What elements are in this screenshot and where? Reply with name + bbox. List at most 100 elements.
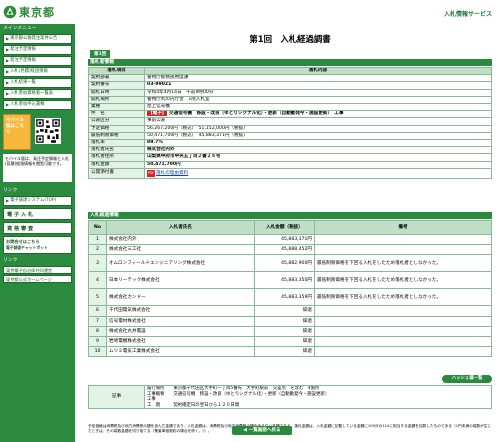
bid-name: 岩崎電機株式会社 xyxy=(106,335,255,348)
bid-note xyxy=(314,315,492,327)
sidebar-item-label: 入札結果一覧 xyxy=(10,80,36,85)
row-label: 契約部署 xyxy=(88,74,145,83)
sidebar-links-heading: リンク xyxy=(0,256,75,265)
table-row: 6 千代田電気株式会社 辞退 xyxy=(88,305,492,317)
remark-line: 工 期 契約確定日の翌日から１２０日間 xyxy=(147,402,240,408)
bid-name: 株式会社丸井電設 xyxy=(106,325,255,337)
sidebar-link-label: 電子調達システム(TOP) xyxy=(10,198,57,203)
main-content: 第1回 入札経過調書 第1回 落札者情報 落札項目 落札内容 契約部署 警視庁総務… xyxy=(84,24,496,433)
sidebar-item-koho[interactable]: ▶ 東京都公報発注案件公告 xyxy=(3,34,72,44)
bid-no: 9 xyxy=(88,335,107,348)
mobile-promo[interactable]: モバイル版はこちら xyxy=(3,114,72,152)
sidebar-item-yotei-2[interactable]: ▶ 発注予定情報 xyxy=(3,56,72,66)
row-label: 業種 xyxy=(88,103,145,112)
winner-section-heading: 落札者情報 xyxy=(88,59,492,66)
sidebar-link-cho[interactable]: ▶ 電子調達システム(TOP) xyxy=(3,196,72,206)
sidebar-item-yotei[interactable]: ▶ 発注予定情報 xyxy=(3,45,72,55)
arrow-icon: ▶ xyxy=(6,36,10,41)
bid-name: 日本リーテック株式会社 xyxy=(106,271,255,290)
row-value: 事前公表 xyxy=(144,117,492,126)
sidebar-link-shikaku-shinsa[interactable]: 資 格 審 査 xyxy=(3,222,72,234)
table-row: 契約部署 警視庁総務部用度課 xyxy=(88,74,492,83)
bid-name: 信号電材株式会社 xyxy=(106,315,255,327)
back-label: 一覧画面へ戻る xyxy=(248,428,281,433)
row-label: 契約番号 xyxy=(88,81,145,90)
row-value: 株式会社内外 xyxy=(144,146,492,155)
remark-label: 記事 xyxy=(88,385,145,409)
bid-name: 株式会社三工社 xyxy=(106,244,255,256)
sidebar-item-label: 入札参加資格者一覧表 xyxy=(10,91,54,96)
sidebar-link-kyodo[interactable]: 東京電子自治体共同運営 xyxy=(3,266,72,274)
bid-amount: 45,882,900円 xyxy=(254,254,315,273)
bid-amount: 辞退 xyxy=(254,335,315,348)
row-value-subject: 【電子】 交通信号機 移設・改良（ゆとりシグナル化）・更新（自動動発今・施設更新… xyxy=(144,110,492,119)
arrow-icon: ▶ xyxy=(6,91,10,96)
sidebar-item-shikaku[interactable]: ▶ 入札参加資格者一覧表 xyxy=(3,89,72,99)
sidebar-item-label: 発注予定情報 xyxy=(10,47,36,52)
bid-section-heading: 入札経過情報 xyxy=(88,212,492,219)
sidebar-item-moshikomi[interactable]: ▶ 入札参加申込書類 xyxy=(3,100,72,110)
bid-note xyxy=(314,325,492,337)
table-row: 3 オムロンフィールドエンジニアリング株式会社 45,882,900円 最低制限価格を… xyxy=(88,254,492,273)
row-value: 警視庁丸の内庁舎 1階入札室 xyxy=(144,95,492,105)
winner-table: 落札項目 落札内容 契約部署 警視庁総務部用度課 契約番号 03-99021 開札日… xyxy=(88,66,492,179)
table-row: 10 ムツミ電気工業株式会社 辞退 xyxy=(88,346,492,358)
arrow-icon: ▶ xyxy=(6,69,10,74)
mobile-note: モバイル版は、発注予定情報と入札(見積)経過情報を閲覧可能です。 xyxy=(3,154,72,182)
logo-text: 東京都 xyxy=(19,6,55,19)
bid-note xyxy=(314,346,492,358)
bid-note xyxy=(314,335,492,348)
arrow-icon: ▶ xyxy=(6,58,10,63)
attachment-link[interactable]: PDF 落札の理由資料 xyxy=(144,167,492,179)
sidebar-item-label: 発注予定情報 xyxy=(10,58,36,63)
row-value: 警視庁総務部用度課 xyxy=(144,74,492,83)
bid-amount: 45,883,371円 xyxy=(254,233,315,246)
service-name: 入札情報サービス xyxy=(443,11,492,18)
sidebar-item-label: 東京都公報発注案件公告 xyxy=(10,36,58,41)
sidebar-item-kekka[interactable]: ▶ 入札結果一覧 xyxy=(3,78,72,88)
table-row: 予定価格 56,267,200円（税込） 51,152,000円（税抜） xyxy=(88,124,492,133)
bid-no: 1 xyxy=(88,233,107,246)
bid-name: 株式会社内外 xyxy=(106,233,255,246)
table-row: 5 株式会社カンドー 45,883,359円 最低制限価格を下回る入札をしたため落札者… xyxy=(88,288,492,307)
sidebar-item-keika[interactable]: ▶ 入札(見積)経過情報 xyxy=(3,67,72,77)
bid-name: 株式会社カンドー xyxy=(106,288,255,307)
row-value: 89.7% xyxy=(144,139,492,148)
table-row: 最低制限価格 50,471,700円（税込） 45,883,371円（税抜） xyxy=(88,131,492,141)
col-item-header: 落札項目 xyxy=(88,66,145,76)
mobile-label: モバイル版はこちら xyxy=(3,114,31,150)
sidebar-link-tokyo-hp[interactable]: 東京都公式ホームページ xyxy=(3,275,72,283)
arrow-icon: ▶ xyxy=(6,198,10,203)
sidebar-item-label: 入札参加申込書類 xyxy=(10,102,45,107)
tokyo-logo[interactable]: 東京都 xyxy=(3,4,73,20)
row-value: 50,471,700円 xyxy=(144,160,492,169)
row-value: 50,471,700円（税込） 45,883,371円（税抜） xyxy=(144,131,492,141)
row-label: 件 名 xyxy=(88,110,145,119)
bid-name: ムツミ電気工業株式会社 xyxy=(106,346,255,358)
bid-amount: 45,883,359円 xyxy=(254,288,315,307)
col-content-header: 落札内容 xyxy=(144,66,492,76)
row-label: 予定価格 xyxy=(88,124,145,133)
page-title: 第1回 入札経過調書 xyxy=(249,34,331,44)
col-amount-header: 入札金額（税抜） xyxy=(254,220,315,235)
arrow-icon: ▶ xyxy=(6,80,10,85)
table-row: 7 信号電材株式会社 辞退 xyxy=(88,315,492,327)
bid-note xyxy=(314,244,492,256)
bid-name: 千代田電気株式会社 xyxy=(106,305,255,317)
table-row: 落札金額 50,471,700円 xyxy=(88,160,492,169)
hash-list-button[interactable]: ハッシュ値一覧 xyxy=(442,375,492,383)
bid-amount: 辞退 xyxy=(254,346,315,358)
sidebar-link-denshi-nyusatsu[interactable]: 電 子 入 札 xyxy=(3,208,72,220)
bid-no: 6 xyxy=(88,305,107,317)
sidebar: メインメニュー ▶ 東京都公報発注案件公告 ▶ 発注予定情報 ▶ 発注予定情報 ▶ 入札… xyxy=(0,24,75,442)
bid-note xyxy=(314,233,492,246)
table-row: 落札者氏名 株式会社内外 xyxy=(88,146,492,155)
help-chatbot-banner[interactable]: お問合せはこちら 電子調達チャットボット xyxy=(3,236,72,254)
sidebar-other-heading: リンク xyxy=(0,186,75,195)
bid-no: 7 xyxy=(88,315,107,327)
bid-note: 最低制限価格を下回る入札をしたため落札者としなかった。 xyxy=(314,288,492,307)
row-label: 落札金額 xyxy=(88,160,145,169)
bid-no: 4 xyxy=(88,271,107,290)
tokyo-emblem-icon xyxy=(3,5,17,19)
back-to-list-button[interactable]: ◀ 一覧画面へ戻る xyxy=(232,426,292,435)
